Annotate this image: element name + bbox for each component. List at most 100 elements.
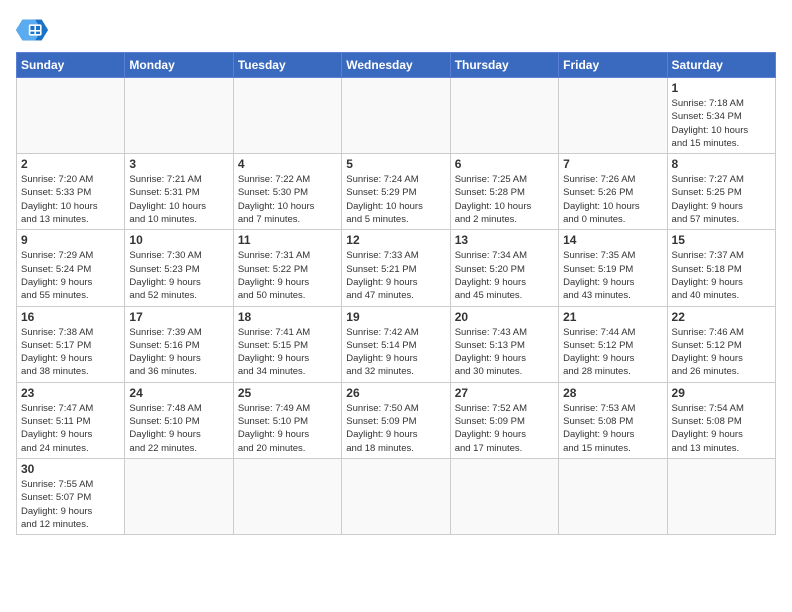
day-info: Sunrise: 7:26 AM Sunset: 5:26 PM Dayligh… bbox=[563, 173, 662, 226]
calendar-cell: 18 Sunrise: 7:41 AM Sunset: 5:15 PM Dayli… bbox=[233, 306, 341, 382]
calendar-cell: 1 Sunrise: 7:18 AM Sunset: 5:34 PM Daylig… bbox=[667, 78, 775, 154]
calendar-cell: 3 Sunrise: 7:21 AM Sunset: 5:31 PM Daylig… bbox=[125, 154, 233, 230]
calendar-cell: 8Sunrise: 7:27 AM Sunset: 5:25 PM Daylig… bbox=[667, 154, 775, 230]
day-number: 11 bbox=[238, 233, 337, 247]
calendar-cell: 10 Sunrise: 7:30 AM Sunset: 5:23 PM Dayli… bbox=[125, 230, 233, 306]
day-number: 28 bbox=[563, 386, 662, 400]
weekday-header-saturday: Saturday bbox=[667, 53, 775, 78]
day-info: Sunrise: 7:29 AM Sunset: 5:24 PM Dayligh… bbox=[21, 249, 120, 302]
calendar-cell: 14 Sunrise: 7:35 AM Sunset: 5:19 PM Dayli… bbox=[559, 230, 667, 306]
day-info: Sunrise: 7:55 AM Sunset: 5:07 PM Dayligh… bbox=[21, 478, 120, 531]
day-info: Sunrise: 7:33 AM Sunset: 5:21 PM Dayligh… bbox=[346, 249, 445, 302]
calendar-cell: 15 Sunrise: 7:37 AM Sunset: 5:18 PM Dayli… bbox=[667, 230, 775, 306]
day-number: 8 bbox=[672, 157, 771, 171]
calendar-cell: 11 Sunrise: 7:31 AM Sunset: 5:22 PM Dayli… bbox=[233, 230, 341, 306]
calendar-cell bbox=[450, 458, 558, 534]
calendar-cell: 21Sunrise: 7:44 AM Sunset: 5:12 PM Dayli… bbox=[559, 306, 667, 382]
day-info: Sunrise: 7:35 AM Sunset: 5:19 PM Dayligh… bbox=[563, 249, 662, 302]
day-number: 2 bbox=[21, 157, 120, 171]
calendar-cell bbox=[17, 78, 125, 154]
day-number: 22 bbox=[672, 310, 771, 324]
week-row-2: 2Sunrise: 7:20 AM Sunset: 5:33 PM Daylig… bbox=[17, 154, 776, 230]
logo bbox=[16, 16, 52, 44]
day-number: 14 bbox=[563, 233, 662, 247]
day-number: 25 bbox=[238, 386, 337, 400]
day-number: 9 bbox=[21, 233, 120, 247]
week-row-3: 9 Sunrise: 7:29 AM Sunset: 5:24 PM Daylig… bbox=[17, 230, 776, 306]
calendar-cell: 2Sunrise: 7:20 AM Sunset: 5:33 PM Daylig… bbox=[17, 154, 125, 230]
calendar-cell: 4 Sunrise: 7:22 AM Sunset: 5:30 PM Daylig… bbox=[233, 154, 341, 230]
day-info: Sunrise: 7:41 AM Sunset: 5:15 PM Dayligh… bbox=[238, 326, 337, 379]
page: SundayMondayTuesdayWednesdayThursdayFrid… bbox=[0, 0, 792, 545]
day-number: 6 bbox=[455, 157, 554, 171]
weekday-header-friday: Friday bbox=[559, 53, 667, 78]
day-info: Sunrise: 7:31 AM Sunset: 5:22 PM Dayligh… bbox=[238, 249, 337, 302]
day-info: Sunrise: 7:18 AM Sunset: 5:34 PM Dayligh… bbox=[672, 97, 771, 150]
calendar-cell bbox=[233, 458, 341, 534]
calendar-cell: 13Sunrise: 7:34 AM Sunset: 5:20 PM Dayli… bbox=[450, 230, 558, 306]
day-number: 4 bbox=[238, 157, 337, 171]
week-row-6: 30 Sunrise: 7:55 AM Sunset: 5:07 PM Dayli… bbox=[17, 458, 776, 534]
calendar-cell: 29Sunrise: 7:54 AM Sunset: 5:08 PM Dayli… bbox=[667, 382, 775, 458]
day-number: 30 bbox=[21, 462, 120, 476]
day-number: 16 bbox=[21, 310, 120, 324]
calendar-cell: 27 Sunrise: 7:52 AM Sunset: 5:09 PM Dayli… bbox=[450, 382, 558, 458]
day-info: Sunrise: 7:42 AM Sunset: 5:14 PM Dayligh… bbox=[346, 326, 445, 379]
calendar-cell: 28 Sunrise: 7:53 AM Sunset: 5:08 PM Dayli… bbox=[559, 382, 667, 458]
day-info: Sunrise: 7:21 AM Sunset: 5:31 PM Dayligh… bbox=[129, 173, 228, 226]
calendar-cell: 22 Sunrise: 7:46 AM Sunset: 5:12 PM Dayli… bbox=[667, 306, 775, 382]
day-number: 23 bbox=[21, 386, 120, 400]
day-number: 1 bbox=[672, 81, 771, 95]
calendar-cell bbox=[450, 78, 558, 154]
weekday-header-sunday: Sunday bbox=[17, 53, 125, 78]
calendar-cell bbox=[125, 78, 233, 154]
calendar-cell: 26Sunrise: 7:50 AM Sunset: 5:09 PM Dayli… bbox=[342, 382, 450, 458]
day-number: 7 bbox=[563, 157, 662, 171]
calendar-cell: 7 Sunrise: 7:26 AM Sunset: 5:26 PM Daylig… bbox=[559, 154, 667, 230]
day-number: 15 bbox=[672, 233, 771, 247]
day-number: 10 bbox=[129, 233, 228, 247]
week-row-1: 1 Sunrise: 7:18 AM Sunset: 5:34 PM Daylig… bbox=[17, 78, 776, 154]
day-info: Sunrise: 7:39 AM Sunset: 5:16 PM Dayligh… bbox=[129, 326, 228, 379]
calendar-cell: 5Sunrise: 7:24 AM Sunset: 5:29 PM Daylig… bbox=[342, 154, 450, 230]
day-info: Sunrise: 7:47 AM Sunset: 5:11 PM Dayligh… bbox=[21, 402, 120, 455]
week-row-5: 23 Sunrise: 7:47 AM Sunset: 5:11 PM Dayli… bbox=[17, 382, 776, 458]
day-info: Sunrise: 7:50 AM Sunset: 5:09 PM Dayligh… bbox=[346, 402, 445, 455]
calendar-cell: 16 Sunrise: 7:38 AM Sunset: 5:17 PM Dayli… bbox=[17, 306, 125, 382]
logo-icon bbox=[16, 16, 48, 44]
calendar-cell bbox=[342, 78, 450, 154]
calendar-cell bbox=[559, 78, 667, 154]
day-number: 20 bbox=[455, 310, 554, 324]
day-info: Sunrise: 7:25 AM Sunset: 5:28 PM Dayligh… bbox=[455, 173, 554, 226]
calendar-cell: 9 Sunrise: 7:29 AM Sunset: 5:24 PM Daylig… bbox=[17, 230, 125, 306]
day-number: 27 bbox=[455, 386, 554, 400]
calendar-cell: 30 Sunrise: 7:55 AM Sunset: 5:07 PM Dayli… bbox=[17, 458, 125, 534]
day-info: Sunrise: 7:46 AM Sunset: 5:12 PM Dayligh… bbox=[672, 326, 771, 379]
weekday-header-tuesday: Tuesday bbox=[233, 53, 341, 78]
day-number: 17 bbox=[129, 310, 228, 324]
weekday-header-monday: Monday bbox=[125, 53, 233, 78]
day-info: Sunrise: 7:34 AM Sunset: 5:20 PM Dayligh… bbox=[455, 249, 554, 302]
calendar-cell: 23 Sunrise: 7:47 AM Sunset: 5:11 PM Dayli… bbox=[17, 382, 125, 458]
weekday-header-thursday: Thursday bbox=[450, 53, 558, 78]
day-info: Sunrise: 7:52 AM Sunset: 5:09 PM Dayligh… bbox=[455, 402, 554, 455]
weekday-header-row: SundayMondayTuesdayWednesdayThursdayFrid… bbox=[17, 53, 776, 78]
day-number: 18 bbox=[238, 310, 337, 324]
calendar-cell: 20 Sunrise: 7:43 AM Sunset: 5:13 PM Dayli… bbox=[450, 306, 558, 382]
calendar-cell bbox=[125, 458, 233, 534]
day-number: 3 bbox=[129, 157, 228, 171]
day-info: Sunrise: 7:37 AM Sunset: 5:18 PM Dayligh… bbox=[672, 249, 771, 302]
day-info: Sunrise: 7:22 AM Sunset: 5:30 PM Dayligh… bbox=[238, 173, 337, 226]
day-info: Sunrise: 7:43 AM Sunset: 5:13 PM Dayligh… bbox=[455, 326, 554, 379]
weekday-header-wednesday: Wednesday bbox=[342, 53, 450, 78]
day-info: Sunrise: 7:48 AM Sunset: 5:10 PM Dayligh… bbox=[129, 402, 228, 455]
calendar-cell bbox=[342, 458, 450, 534]
calendar: SundayMondayTuesdayWednesdayThursdayFrid… bbox=[16, 52, 776, 535]
day-info: Sunrise: 7:38 AM Sunset: 5:17 PM Dayligh… bbox=[21, 326, 120, 379]
calendar-cell: 6 Sunrise: 7:25 AM Sunset: 5:28 PM Daylig… bbox=[450, 154, 558, 230]
day-number: 5 bbox=[346, 157, 445, 171]
day-info: Sunrise: 7:53 AM Sunset: 5:08 PM Dayligh… bbox=[563, 402, 662, 455]
header bbox=[16, 16, 776, 44]
day-info: Sunrise: 7:30 AM Sunset: 5:23 PM Dayligh… bbox=[129, 249, 228, 302]
calendar-cell: 25Sunrise: 7:49 AM Sunset: 5:10 PM Dayli… bbox=[233, 382, 341, 458]
